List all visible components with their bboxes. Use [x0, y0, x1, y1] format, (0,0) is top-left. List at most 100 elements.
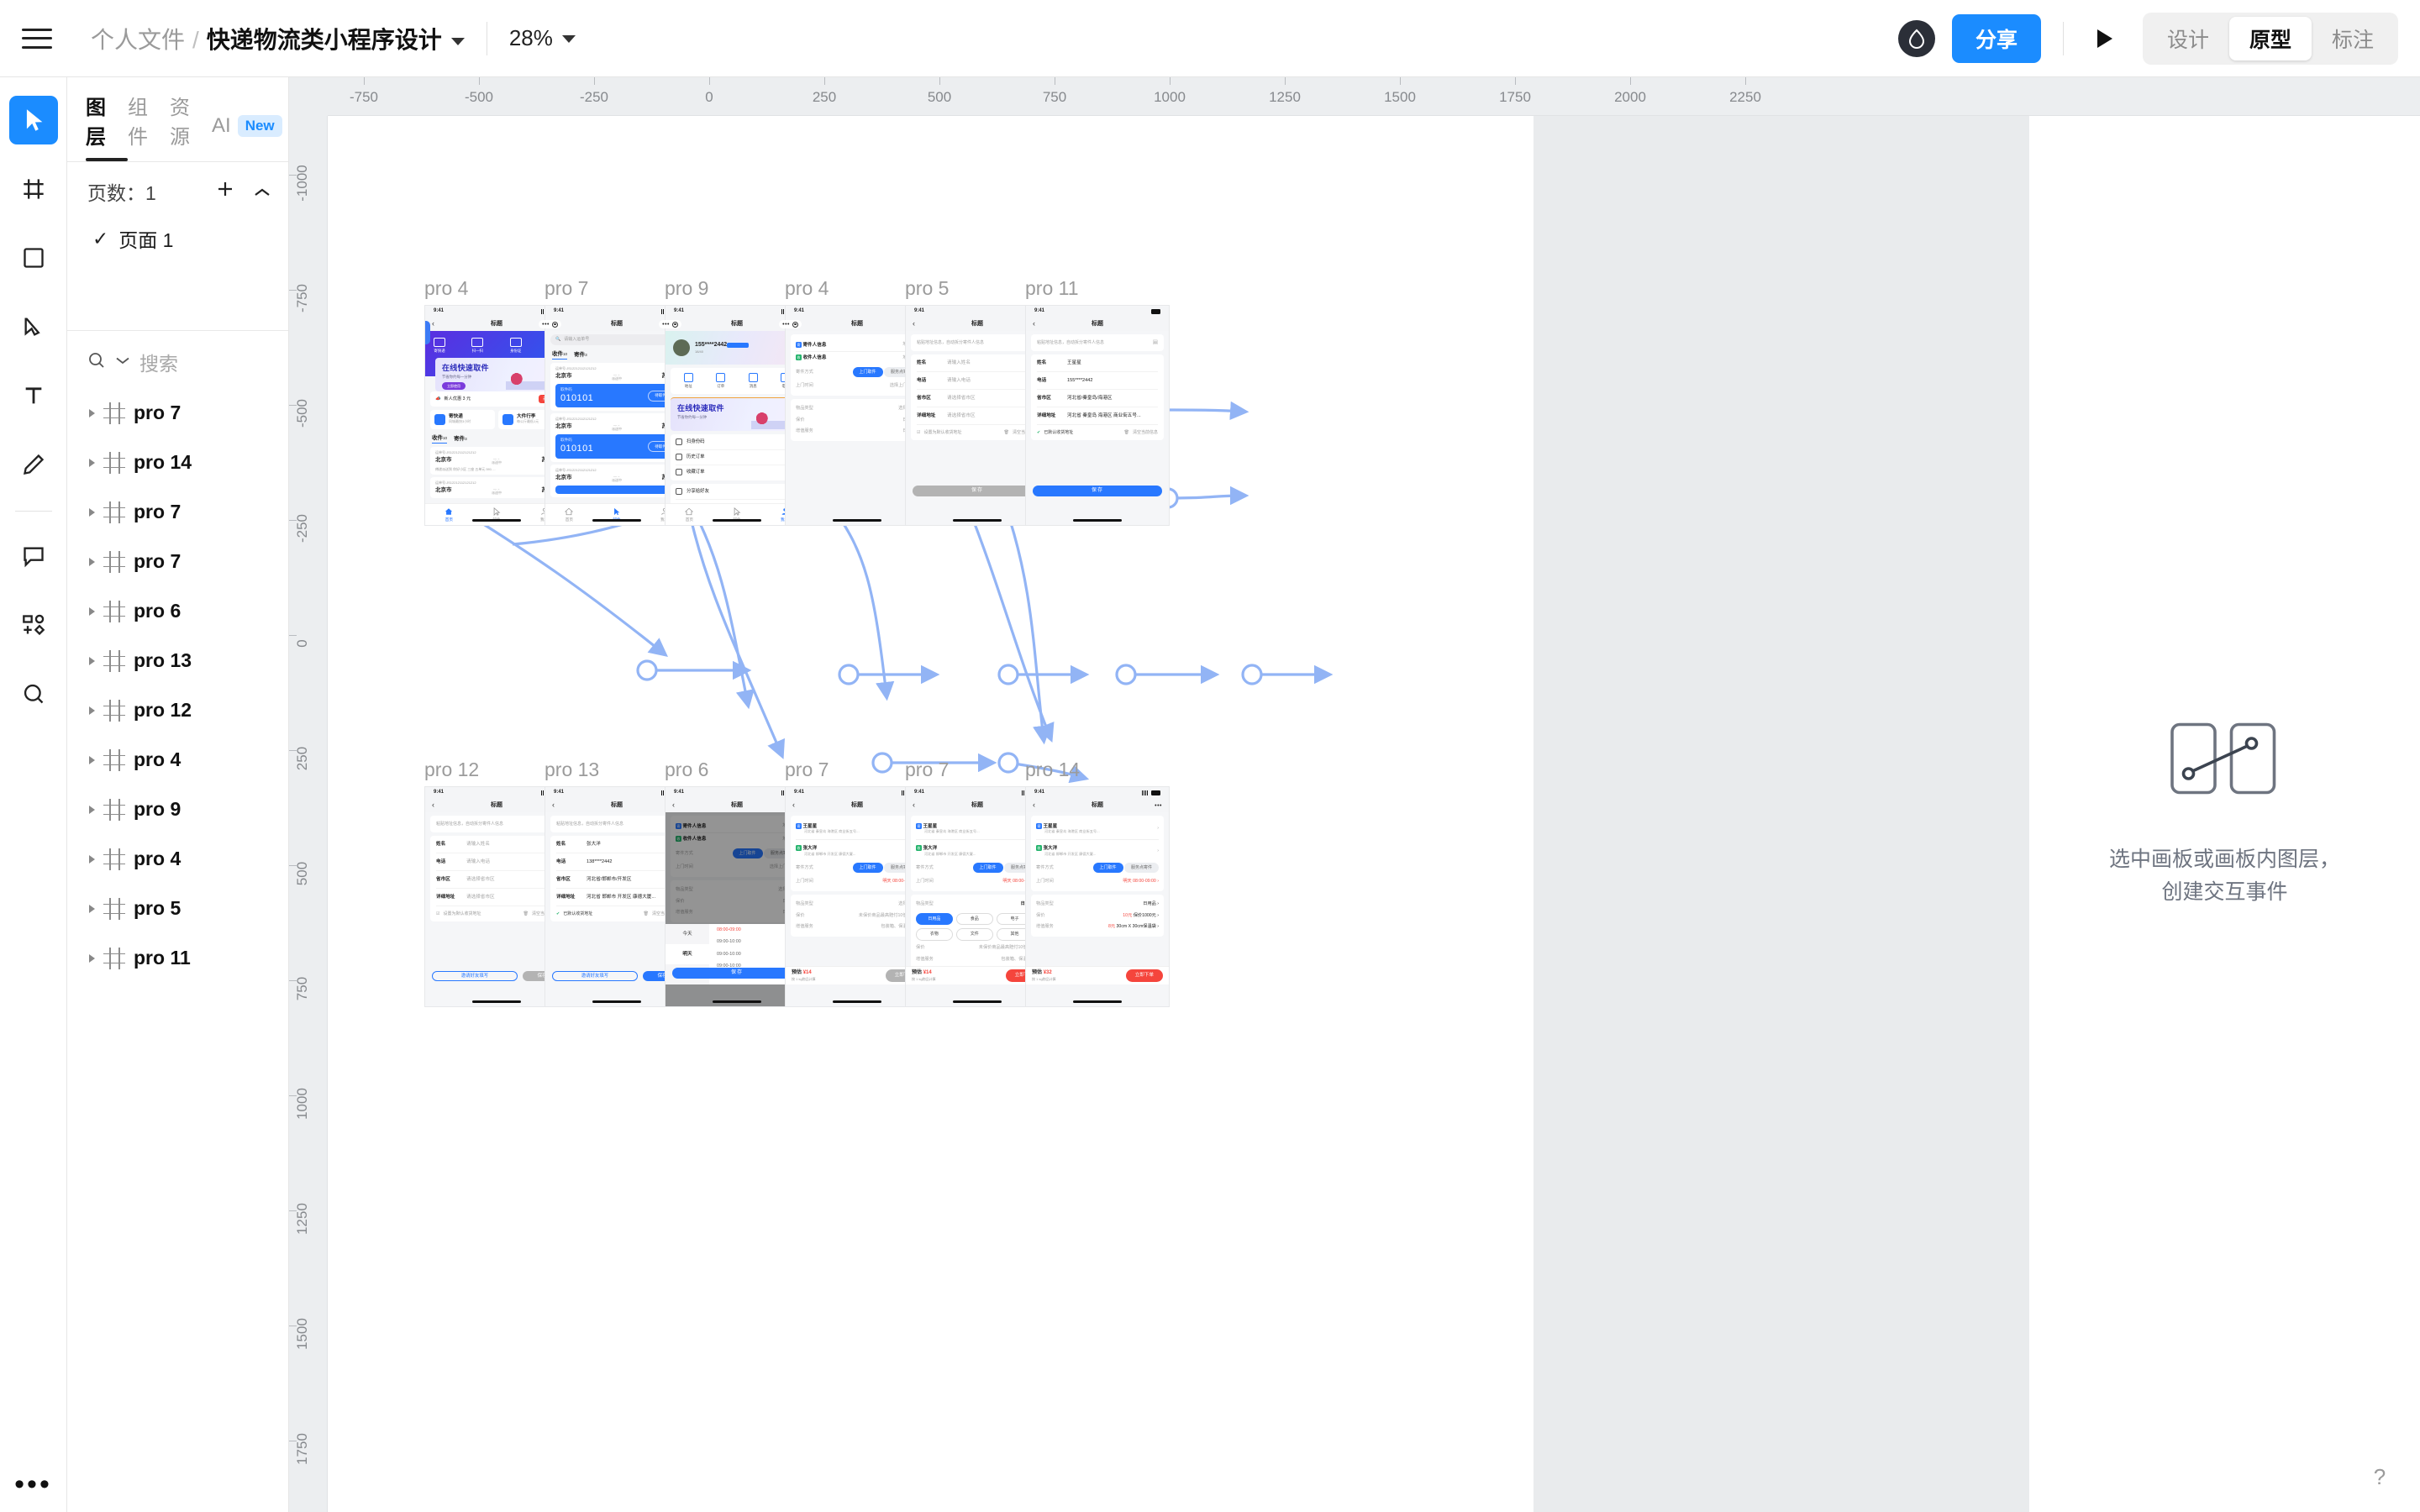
tabbar-item-home[interactable]: 首页: [445, 507, 453, 522]
chevron-down-icon[interactable]: [451, 38, 465, 45]
expand-triangle-icon[interactable]: [89, 508, 95, 517]
tab-send[interactable]: 寄件3: [574, 352, 587, 359]
breadcrumb-file-name[interactable]: 快递物流类小程序设计: [207, 22, 442, 55]
chip-daily[interactable]: 日用品: [916, 913, 953, 925]
time-row[interactable]: 上门时间选择上门时间 ›: [796, 380, 918, 391]
service-card-express[interactable]: 寄快递同城最快3小时: [430, 410, 495, 429]
paste-address-card[interactable]: 粘贴地址信息，自动拆分寄件人信息 🖼: [1031, 334, 1164, 351]
insurance-row[interactable]: 保价10元 保价1000元 ›: [1036, 910, 1159, 921]
tabbar-item-home[interactable]: 首页: [685, 507, 693, 522]
checkbox-icon[interactable]: ☑: [917, 430, 920, 435]
search-tool-icon[interactable]: [9, 669, 58, 718]
invite-friend-button[interactable]: 邀请好友填写: [552, 971, 638, 981]
checkbox-checked-icon[interactable]: ✔: [1037, 430, 1040, 435]
field-name[interactable]: 姓名请输入姓名: [436, 836, 557, 853]
list-item[interactable]: pro 5: [67, 884, 288, 933]
phone-screen[interactable]: 9:41 ‹标题 粘贴地址信息，自动拆分寄件人信息 🖼 姓名王星星 电话155*…: [1025, 305, 1170, 526]
addon-row[interactable]: 增值服务日用品 ›: [796, 426, 918, 438]
list-item[interactable]: 分享给好友›: [676, 485, 798, 500]
field-phone[interactable]: 电话138****2442: [556, 853, 677, 871]
tab-receive[interactable]: 收件10: [432, 435, 447, 444]
sender-row[interactable]: 寄 王星星河北省 秦皇岛 海港区 商业街五号...›: [916, 820, 1039, 837]
sender-row[interactable]: 寄 王星星河北省 秦皇岛 海港区 商业街五号...›: [1036, 820, 1159, 837]
save-button[interactable]: 保存: [1033, 486, 1162, 496]
expand-triangle-icon[interactable]: [89, 806, 95, 814]
field-detail[interactable]: 详细地址河北省 邯郸市 开发区 康德大厦...: [556, 889, 677, 906]
list-item[interactable]: pro 7: [67, 537, 288, 586]
method-option-pickup[interactable]: 上门取件: [1093, 863, 1123, 872]
list-item[interactable]: 历史订单›: [676, 450, 798, 465]
time-row[interactable]: 上门时间明天 08:00-09:00 ›: [796, 875, 918, 887]
save-button[interactable]: 保存: [913, 486, 1042, 496]
checkbox-icon[interactable]: ☑: [436, 911, 439, 916]
artboard-pro11-address-filled[interactable]: pro 11 9:41 ‹标题 粘贴地址信息，自动拆分寄件人信息 🖼 姓名王星星…: [1025, 277, 1170, 526]
field-detail[interactable]: 详细地址请选择省市区: [436, 889, 557, 906]
more-icon[interactable]: •••: [542, 323, 550, 327]
tab-ai[interactable]: AI New: [212, 114, 282, 138]
target-icon[interactable]: [672, 322, 678, 328]
trash-icon[interactable]: 🗑: [1124, 430, 1129, 435]
search-filter-chevron-down-icon[interactable]: [115, 354, 130, 370]
day-tomorrow[interactable]: 明天: [666, 944, 709, 964]
zoom-control[interactable]: 28%: [509, 25, 576, 51]
list-item[interactable]: pro 14: [67, 438, 288, 487]
more-icon[interactable]: •••: [782, 323, 790, 327]
collapse-pages-icon[interactable]: [253, 181, 271, 203]
field-phone[interactable]: 电话请输入电话: [917, 372, 1038, 390]
target-icon[interactable]: [792, 322, 798, 328]
set-default-label[interactable]: 设置为默认收货地址: [443, 911, 481, 916]
frame-tool-icon[interactable]: [9, 165, 58, 213]
sender-row[interactable]: 寄 王星星河北省 秦皇岛 海港区 商业街五号...›: [796, 820, 918, 837]
expand-triangle-icon[interactable]: [89, 409, 95, 417]
tab-resources[interactable]: 资源: [170, 91, 190, 161]
hero-item-scan[interactable]: 扫一扫: [471, 338, 483, 354]
list-item[interactable]: pro 12: [67, 685, 288, 735]
time-row[interactable]: 上门时间明天 08:00-09:00 ›: [916, 875, 1039, 887]
chip-food[interactable]: 食品: [956, 913, 993, 925]
item-type-row[interactable]: 物品类型选择物品 ›: [796, 899, 918, 911]
addon-row[interactable]: 增值服务8元 30cm X 30cm保温袋 ›: [1036, 921, 1159, 933]
trash-icon[interactable]: 🗑: [1004, 430, 1009, 435]
method-option-dropoff[interactable]: 服务点寄件: [1124, 863, 1159, 872]
paste-address-card[interactable]: 粘贴地址信息，自动拆分寄件人信息🖼: [550, 816, 683, 832]
pencil-tool-icon[interactable]: [9, 440, 58, 489]
field-region[interactable]: 省市区请选择省市区: [436, 871, 557, 889]
receiver-row[interactable]: 收 张大洋河北省 邯郸市 开发区 康德大厦...›: [1036, 842, 1159, 859]
paste-address-card[interactable]: 粘贴地址信息，自动拆分寄件人信息 🖼: [911, 334, 1044, 351]
place-order-button[interactable]: 立即下单: [1126, 969, 1163, 982]
day-today[interactable]: 今天: [666, 924, 709, 944]
add-component-icon[interactable]: [9, 601, 58, 649]
image-recognize-icon[interactable]: 🖼: [1153, 340, 1158, 345]
receiver-row[interactable]: 收 张大洋河北省 邯郸市 开发区 康德大厦...›: [796, 842, 918, 859]
expand-triangle-icon[interactable]: [89, 657, 95, 665]
expand-triangle-icon[interactable]: [89, 756, 95, 764]
method-option-pickup[interactable]: 上门取件: [973, 863, 1003, 872]
list-item[interactable]: pro 11: [67, 933, 288, 983]
addon-row[interactable]: 增值服务包装箱、保温袋等 ›: [796, 921, 918, 933]
item-type-row[interactable]: 物品类型选择物品 ›: [796, 403, 918, 415]
receiver-row[interactable]: 收 收件人信息地址簿 ›: [796, 352, 918, 365]
trash-icon[interactable]: 🗑: [523, 911, 529, 916]
chevron-right-icon[interactable]: ›: [1157, 848, 1159, 854]
list-item[interactable]: pro 13: [67, 636, 288, 685]
field-name[interactable]: 姓名张大洋: [556, 836, 677, 853]
list-item[interactable]: pro 4: [67, 735, 288, 785]
list-item[interactable]: pro 7: [67, 388, 288, 438]
avatar[interactable]: [1898, 20, 1935, 57]
list-item[interactable]: pro 9: [67, 785, 288, 834]
tab-prototype[interactable]: 原型: [2229, 17, 2312, 60]
chevron-down-icon[interactable]: [562, 35, 576, 43]
field-detail[interactable]: 详细地址河北省 秦皇岛 海港区 商业街五号...: [1037, 407, 1158, 425]
search-input[interactable]: 🔍 请输入运单号 ▤: [550, 334, 683, 345]
list-item[interactable]: pro 7: [67, 487, 288, 537]
list-item[interactable]: pro 6: [67, 586, 288, 636]
method-option-pickup[interactable]: 上门取件: [853, 367, 883, 376]
expand-triangle-icon[interactable]: [89, 706, 95, 715]
chip-documents[interactable]: 文件: [956, 928, 993, 940]
quick-action-order[interactable]: 订单: [716, 373, 725, 389]
table-row[interactable]: 运单号:JS12212112121212查看 › 北京市—→派送中苏州市: [430, 477, 563, 498]
tab-layers[interactable]: 图层: [86, 91, 106, 161]
help-button[interactable]: ?: [2363, 1460, 2396, 1494]
add-page-icon[interactable]: [216, 180, 234, 203]
receiver-row[interactable]: 收 张大洋河北省 邯郸市 开发区 康德大厦...›: [916, 842, 1039, 859]
